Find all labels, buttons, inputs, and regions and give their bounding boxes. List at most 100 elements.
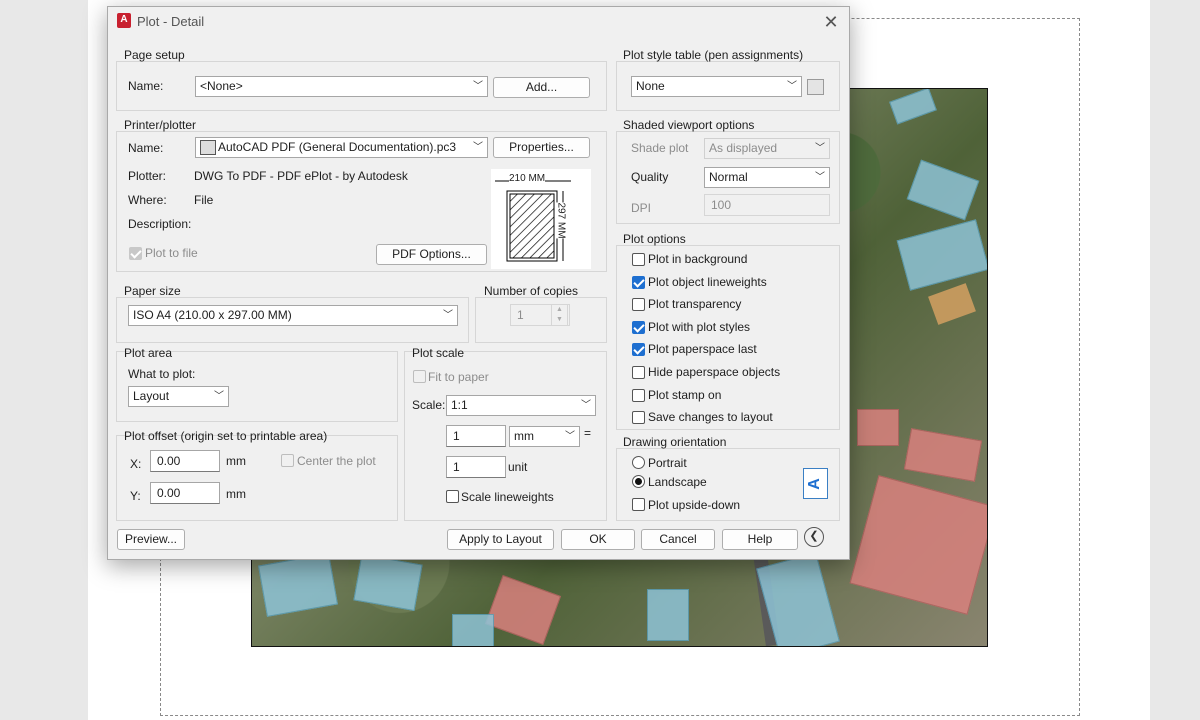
chevron-down-icon: ﹀ xyxy=(815,143,825,154)
plot-to-file-checkbox[interactable] xyxy=(129,247,142,260)
building-footprint xyxy=(647,589,689,641)
copies-label: Number of copies xyxy=(484,284,579,298)
shade-plot-value: As displayed xyxy=(709,141,778,155)
plot-offset-group xyxy=(116,435,398,521)
plot-options-group xyxy=(616,245,840,430)
chevron-down-icon: ﹀ xyxy=(815,172,825,183)
printer-plotter-label: Printer/plotter xyxy=(124,118,197,132)
properties-button[interactable]: Properties... xyxy=(493,137,590,158)
scale-numerator-input[interactable]: 1 xyxy=(446,425,506,447)
y-offset-input[interactable]: 0.00 xyxy=(150,482,220,504)
dialog-title: Plot - Detail xyxy=(137,14,205,29)
landscape-orientation-icon: A xyxy=(803,468,828,499)
paper-size-value: ISO A4 (210.00 x 297.00 MM) xyxy=(133,308,292,322)
quality-select[interactable]: Normal ﹀ xyxy=(704,167,830,188)
shade-plot-select[interactable]: As displayed ﹀ xyxy=(704,138,830,159)
ok-button[interactable]: OK xyxy=(561,529,635,550)
what-to-plot-label: What to plot: xyxy=(128,367,196,381)
preview-width: 210 MM xyxy=(509,173,546,184)
what-to-plot-select[interactable]: Layout ﹀ xyxy=(128,386,229,407)
plot-options-label: Plot options xyxy=(623,232,686,246)
plot-option-label: Save changes to layout xyxy=(648,410,773,425)
x-label: X: xyxy=(130,457,142,471)
preview-button[interactable]: Preview... xyxy=(117,529,185,550)
plotter-label: Plotter: xyxy=(128,169,167,183)
paper-preview: 210 MM 297 MM xyxy=(491,169,591,269)
scale-lineweights-checkbox[interactable] xyxy=(446,490,459,503)
building-footprint xyxy=(903,428,983,482)
orientation-letter: A xyxy=(805,478,823,490)
fit-to-paper-checkbox[interactable] xyxy=(413,370,426,383)
building-footprint xyxy=(849,475,987,615)
collapse-options-icon[interactable]: ❮ xyxy=(804,527,824,547)
paper-size-select[interactable]: ISO A4 (210.00 x 297.00 MM) ﹀ xyxy=(128,305,458,326)
chevron-down-icon: ﹀ xyxy=(214,391,224,402)
building-footprint xyxy=(889,89,937,125)
quality-value: Normal xyxy=(709,170,748,184)
copies-spinner[interactable]: ▲ ▼ xyxy=(551,304,568,326)
page-setup-name-select[interactable]: <None> ﹀ xyxy=(195,76,488,97)
plot-option-label: Plot stamp on xyxy=(648,387,722,402)
scale-unit-value: mm xyxy=(514,429,534,443)
center-plot-label: Center the plot xyxy=(297,454,376,468)
building-footprint xyxy=(258,553,338,617)
scale-denominator-input[interactable]: 1 xyxy=(446,456,506,478)
plot-option-label: Plot object lineweights xyxy=(648,274,767,289)
landscape-radio[interactable] xyxy=(632,475,645,488)
paper-preview-diagram xyxy=(495,180,571,262)
plot-style-select[interactable]: None ﹀ xyxy=(631,76,802,97)
chevron-down-icon: ﹀ xyxy=(787,81,797,92)
title-bar: A Plot - Detail ✕ xyxy=(108,7,849,37)
plot-dialog: A Plot - Detail ✕ Page setup Name: <None… xyxy=(107,6,850,560)
add-page-setup-button[interactable]: Add... xyxy=(493,77,590,98)
plot-option-checkbox[interactable] xyxy=(632,388,645,402)
scale-select[interactable]: 1:1 ﹀ xyxy=(446,395,596,416)
equals-sign: = xyxy=(584,426,592,440)
unit-label: unit xyxy=(508,460,528,474)
chevron-down-icon: ﹀ xyxy=(473,142,483,153)
plot-option-checkbox[interactable] xyxy=(632,253,645,266)
plot-option-checkbox[interactable] xyxy=(632,366,645,379)
page-setup-name-value: <None> xyxy=(200,79,243,93)
shaded-viewport-label: Shaded viewport options xyxy=(623,118,755,132)
cancel-button[interactable]: Cancel xyxy=(641,529,715,550)
printer-name-label: Name: xyxy=(128,141,164,155)
scale-label: Scale: xyxy=(412,398,446,412)
plot-style-label: Plot style table (pen assignments) xyxy=(623,48,804,62)
scale-lineweights-label: Scale lineweights xyxy=(461,490,554,504)
plot-option-checkbox[interactable] xyxy=(632,298,645,312)
plot-option-checkbox[interactable] xyxy=(632,343,645,357)
center-plot-checkbox[interactable] xyxy=(281,454,294,467)
plot-upside-down-checkbox[interactable] xyxy=(632,498,645,511)
workspace-background xyxy=(0,0,88,720)
pdf-options-button[interactable]: PDF Options... xyxy=(376,244,487,265)
page-setup-name-label: Name: xyxy=(128,79,164,93)
portrait-radio[interactable] xyxy=(632,456,645,469)
dpi-input[interactable]: 100 xyxy=(704,194,830,216)
printer-name-value: AutoCAD PDF (General Documentation).pc3 xyxy=(218,140,457,154)
printer-icon xyxy=(200,140,216,155)
page-setup-label: Page setup xyxy=(124,48,185,62)
close-icon[interactable]: ✕ xyxy=(819,11,843,33)
plot-option-checkbox[interactable] xyxy=(632,275,645,289)
building-footprint xyxy=(857,409,899,446)
drawing-orientation-label: Drawing orientation xyxy=(623,435,727,449)
x-offset-input[interactable]: 0.00 xyxy=(150,450,220,472)
plot-option-checkbox[interactable] xyxy=(632,320,645,334)
printer-name-select[interactable]: AutoCAD PDF (General Documentation).pc3 ﹀ xyxy=(195,137,488,158)
scale-unit-select[interactable]: mm ﹀ xyxy=(509,426,580,447)
y-label: Y: xyxy=(130,489,141,503)
plot-option-checkbox[interactable] xyxy=(632,411,645,425)
shade-plot-label: Shade plot xyxy=(631,141,689,155)
workspace-background-right xyxy=(1150,0,1200,720)
apply-to-layout-button[interactable]: Apply to Layout xyxy=(447,529,554,550)
where-value: File xyxy=(194,193,214,207)
building-footprint xyxy=(353,553,423,612)
help-button[interactable]: Help xyxy=(722,529,798,550)
edit-plot-style-icon[interactable] xyxy=(807,79,824,95)
building-footprint xyxy=(928,283,976,325)
chevron-down-icon: ﹀ xyxy=(581,400,591,411)
plot-option-label: Hide paperspace objects xyxy=(648,365,781,379)
fit-to-paper-label: Fit to paper xyxy=(428,370,489,384)
preview-height: 297 MM xyxy=(555,202,567,239)
